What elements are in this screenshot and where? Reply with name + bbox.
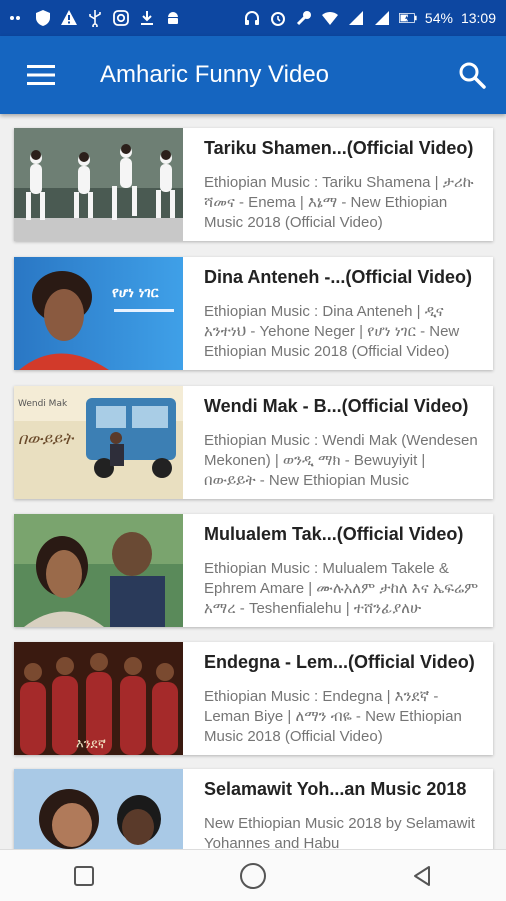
home-button[interactable] xyxy=(233,856,273,896)
back-triangle-icon xyxy=(413,865,430,886)
download-icon xyxy=(138,9,156,27)
video-title[interactable]: Tariku Shamen...(Official Video) xyxy=(204,138,481,159)
circle-home-icon xyxy=(239,862,266,889)
video-card[interactable]: Selamawit Yoh...an Music 2018 New Ethiop… xyxy=(14,769,493,849)
square-icon xyxy=(74,865,95,886)
video-thumbnail[interactable] xyxy=(14,769,183,849)
video-card[interactable]: Mulualem Tak...(Official Video) Ethiopia… xyxy=(14,514,493,627)
back-button[interactable] xyxy=(402,856,442,896)
shield-icon xyxy=(34,9,52,27)
thumbnail-text: የሆነ ነገር xyxy=(112,285,159,301)
wifi-icon xyxy=(321,9,339,27)
menu-button[interactable] xyxy=(24,58,58,92)
warning-icon xyxy=(60,9,78,27)
video-title[interactable]: Wendi Mak - B...(Official Video) xyxy=(204,396,481,417)
video-card[interactable]: እንደኛ Endegna - Lem...(Official Video) Et… xyxy=(14,642,493,755)
video-thumbnail[interactable] xyxy=(14,514,183,627)
video-description: Ethiopian Music : Dina Anteneh | ዲና አንተነ… xyxy=(204,303,460,360)
status-system-icons: 54% 13:09 xyxy=(243,9,496,27)
battery-charging-icon xyxy=(398,9,417,27)
status-bar: 54% 13:09 xyxy=(0,0,506,36)
status-time: 13:09 xyxy=(460,10,496,26)
alarm-icon xyxy=(269,9,287,27)
search-button[interactable] xyxy=(452,55,492,95)
usb-icon xyxy=(86,9,104,27)
video-list[interactable]: Tariku Shamen...(Official Video) Ethiopi… xyxy=(0,114,506,849)
system-navigation-bar xyxy=(0,849,506,901)
video-thumbnail[interactable] xyxy=(14,128,183,241)
search-icon xyxy=(459,62,486,89)
signal-2-icon xyxy=(373,9,391,27)
video-card[interactable]: የሆነ ነገር Dina Anteneh -...(Official Video… xyxy=(14,257,493,370)
thumbnail-artist-text: Wendi Mak xyxy=(18,399,68,409)
video-description: Ethiopian Music : Wendi Mak (Wendesen Me… xyxy=(204,432,478,489)
video-description: Ethiopian Music : Tariku Shamena | ታሪኩ ሻ… xyxy=(204,174,474,231)
battery-percentage: 54% xyxy=(424,10,453,26)
dots-icon xyxy=(8,9,26,27)
video-card[interactable]: Wendi Mak በውይይት Wendi Mak - B...(Officia… xyxy=(14,386,493,499)
video-description: Ethiopian Music : Endegna | እንደኛ - Leman… xyxy=(204,688,462,745)
video-card[interactable]: Tariku Shamen...(Official Video) Ethiopi… xyxy=(14,128,493,241)
thumbnail-text: በውይይት xyxy=(18,429,74,448)
thumbnail-text: እንደኛ xyxy=(76,737,107,752)
video-title[interactable]: Endegna - Lem...(Official Video) xyxy=(204,652,481,673)
video-description: New Ethiopian Music 2018 by Selamawit Yo… xyxy=(204,815,475,849)
video-thumbnail[interactable]: የሆነ ነገር xyxy=(14,257,183,370)
headphones-icon xyxy=(243,9,261,27)
app-bar: Amharic Funny Video xyxy=(0,36,506,114)
video-title[interactable]: Dina Anteneh -...(Official Video) xyxy=(204,267,481,288)
wrench-icon xyxy=(295,9,313,27)
app-title: Amharic Funny Video xyxy=(100,61,330,88)
video-title[interactable]: Mulualem Tak...(Official Video) xyxy=(204,524,481,545)
signal-icon xyxy=(347,9,365,27)
recent-apps-button[interactable] xyxy=(64,856,104,896)
video-title[interactable]: Selamawit Yoh...an Music 2018 xyxy=(204,779,481,800)
android-icon xyxy=(164,9,182,27)
instagram-icon xyxy=(112,9,130,27)
status-notification-icons xyxy=(8,9,182,27)
video-description: Ethiopian Music : Mulualem Takele & Ephr… xyxy=(204,560,479,617)
video-thumbnail[interactable]: Wendi Mak በውይይት xyxy=(14,386,183,499)
hamburger-menu-icon xyxy=(27,65,55,85)
video-thumbnail[interactable]: እንደኛ xyxy=(14,642,183,755)
